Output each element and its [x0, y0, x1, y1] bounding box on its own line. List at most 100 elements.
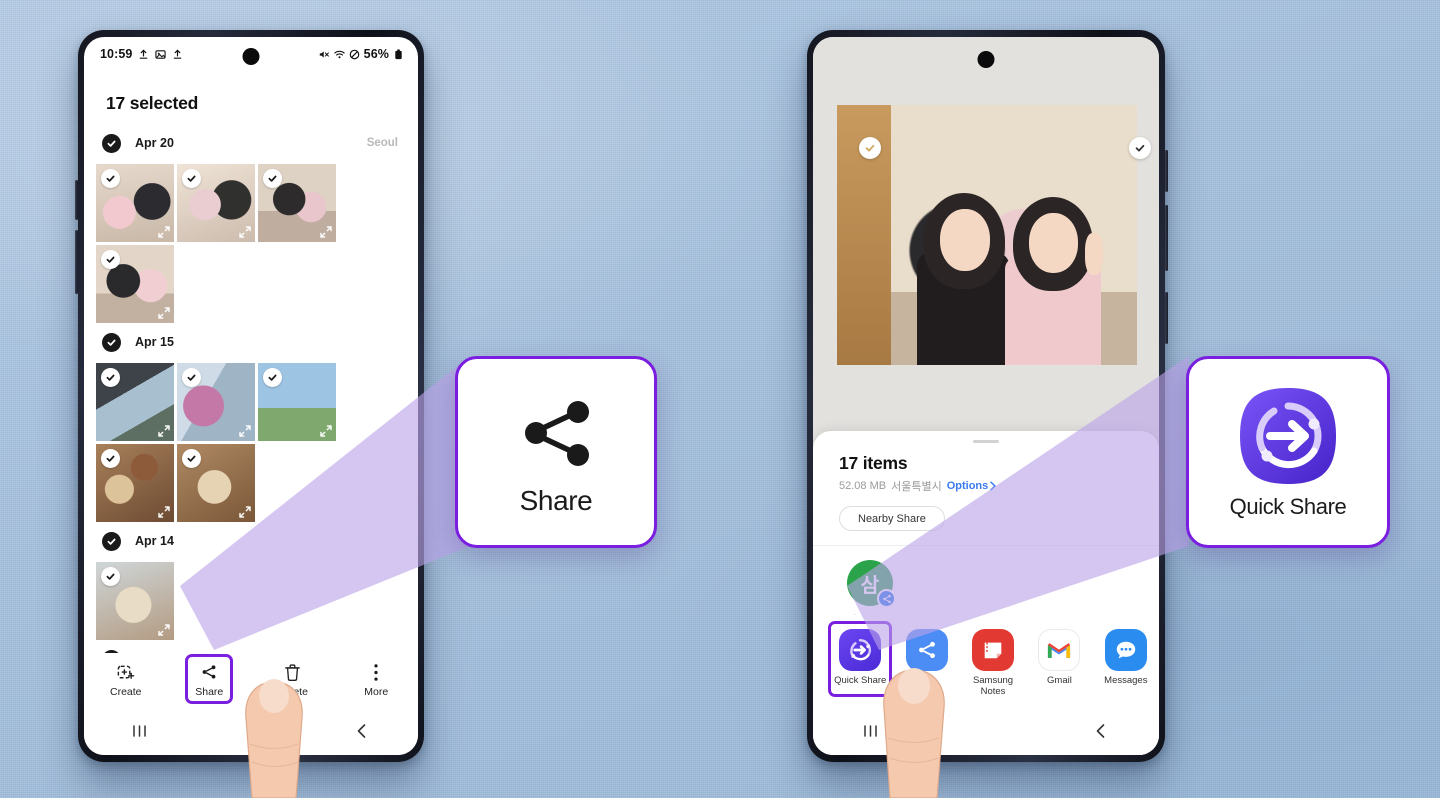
photo-tile-building-glass[interactable] — [96, 363, 174, 441]
share-sheet-title: 17 items — [839, 453, 908, 473]
recents-icon — [133, 725, 146, 737]
recents-icon — [864, 725, 877, 737]
recents-button[interactable] — [813, 724, 928, 738]
volume-down-button[interactable] — [1165, 205, 1168, 271]
expand-icon[interactable] — [319, 424, 333, 438]
toolbar-delete-button[interactable]: Delete — [251, 662, 335, 698]
left-phone-device: 10:59 56% 17 selected Apr 20 Seoul Apr 15 A… — [75, 30, 424, 762]
trash-icon — [284, 662, 301, 682]
expand-icon[interactable] — [157, 623, 171, 637]
callout-share-label: Share — [519, 485, 593, 516]
photo-select-checkbox[interactable] — [101, 250, 120, 269]
toolbar-label: More — [364, 686, 389, 698]
callout-quick-share-label: Quick Share — [1229, 494, 1347, 519]
toolbar-more-button[interactable]: More — [335, 662, 419, 698]
dnd-icon — [349, 49, 359, 59]
upload-icon — [174, 49, 182, 59]
group-select-checkbox[interactable] — [102, 332, 121, 352]
photo-tile-blossom-tree[interactable] — [177, 363, 255, 441]
app-target-messages[interactable]: Messages — [1093, 621, 1159, 687]
preview-check-left[interactable] — [859, 137, 881, 159]
back-button[interactable] — [1044, 723, 1159, 739]
photo-gallery[interactable]: Apr 20SeoulApr 15Apr 14Apr 12 — [84, 114, 418, 674]
selection-toolbar: Create Share Delete More — [84, 653, 418, 707]
callout-share: Share — [455, 356, 657, 548]
photo-tile-selfie-4[interactable] — [96, 245, 174, 323]
expand-icon[interactable] — [238, 505, 252, 519]
photo-tile-food-egg-dish[interactable] — [177, 444, 255, 522]
share-size: 52.08 MB — [839, 480, 887, 492]
share-highlight-box — [185, 654, 234, 704]
photo-select-checkbox[interactable] — [101, 169, 120, 188]
app-target-quick-share[interactable]: Quick Share — [827, 621, 893, 697]
group-date-label: Apr 15 — [135, 335, 174, 349]
photo-tile-bread-soup[interactable] — [96, 562, 174, 640]
mute-icon — [319, 50, 329, 58]
power-button[interactable] — [1165, 292, 1168, 344]
nearby-share-chip[interactable]: Nearby Share — [839, 506, 945, 531]
share-sheet-subtitle: 52.08 MB 서울특별시 Options — [813, 474, 1159, 494]
share-blue-icon — [905, 629, 948, 671]
selected-photo-preview[interactable] — [837, 105, 1137, 365]
suggested-contacts: 삼 삼성뉴스룸 — [813, 546, 1159, 626]
app-label: Messages — [1104, 675, 1148, 686]
status-time: 10:59 — [100, 47, 133, 61]
battery-icon — [395, 49, 402, 59]
app-target-gmail[interactable]: Gmail — [1026, 621, 1092, 687]
chevron-right-icon — [990, 481, 997, 491]
front-camera — [242, 48, 260, 65]
expand-icon[interactable] — [238, 225, 252, 239]
share-target-app-row: Quick Share Samsung Notes Gmail Messages — [813, 615, 1159, 707]
volume-down-button[interactable] — [75, 230, 78, 294]
photo-select-checkbox[interactable] — [101, 368, 120, 387]
photo-preview-area — [813, 37, 1159, 447]
back-button[interactable] — [307, 723, 418, 739]
date-group-header: Apr 20 Seoul — [96, 128, 406, 158]
options-link[interactable]: Options — [947, 480, 998, 492]
recents-button[interactable] — [84, 724, 195, 738]
photo-tile-selfie-2[interactable] — [177, 164, 255, 242]
share-icon — [525, 401, 589, 466]
photo-select-checkbox[interactable] — [182, 368, 201, 387]
expand-icon[interactable] — [238, 424, 252, 438]
check-icon — [1135, 144, 1145, 152]
photo-tile-food-platter[interactable] — [96, 444, 174, 522]
expand-icon[interactable] — [157, 225, 171, 239]
app-label: Samsung Notes — [972, 675, 1014, 697]
toolbar-share-button[interactable]: Share — [168, 654, 252, 704]
photo-tile-sky-tower[interactable] — [258, 363, 336, 441]
preview-check-right[interactable] — [1129, 137, 1151, 159]
create-icon — [116, 662, 135, 682]
photo-select-checkbox[interactable] — [263, 169, 282, 188]
photo-tile-selfie-3[interactable] — [258, 164, 336, 242]
system-nav-bar — [84, 707, 418, 755]
share-badge-icon — [877, 589, 896, 608]
photo-tiles — [96, 562, 406, 640]
expand-icon[interactable] — [157, 505, 171, 519]
group-place-label: Seoul — [366, 137, 398, 149]
preview-person-face — [940, 209, 990, 271]
toolbar-create-button[interactable]: Create — [84, 662, 168, 698]
expand-icon[interactable] — [319, 225, 333, 239]
group-select-checkbox[interactable] — [102, 133, 121, 153]
volume-up-button[interactable] — [1165, 150, 1168, 192]
system-nav-bar — [813, 707, 1159, 755]
right-phone-device: 17 items 52.08 MB 서울특별시 Options Nearby S… — [807, 30, 1168, 762]
date-group-header: Apr 15 — [96, 327, 406, 357]
left-phone-screen: 10:59 56% 17 selected Apr 20 Seoul Apr 15 A… — [84, 37, 418, 755]
share-location: 서울특별시 — [891, 481, 942, 493]
photo-tile-selfie-1[interactable] — [96, 164, 174, 242]
photo-select-checkbox[interactable] — [263, 368, 282, 387]
expand-icon[interactable] — [157, 424, 171, 438]
photo-select-checkbox[interactable] — [182, 169, 201, 188]
app-target-samsung-notes[interactable]: Samsung Notes — [960, 621, 1026, 698]
group-select-checkbox[interactable] — [102, 531, 121, 551]
photo-select-checkbox[interactable] — [101, 567, 120, 586]
quick-share-icon — [1240, 388, 1336, 484]
expand-icon[interactable] — [157, 306, 171, 320]
photo-select-checkbox[interactable] — [182, 449, 201, 468]
volume-up-button[interactable] — [75, 180, 78, 220]
options-label: Options — [946, 480, 989, 492]
photo-select-checkbox[interactable] — [101, 449, 120, 468]
app-target-share[interactable] — [893, 621, 959, 676]
